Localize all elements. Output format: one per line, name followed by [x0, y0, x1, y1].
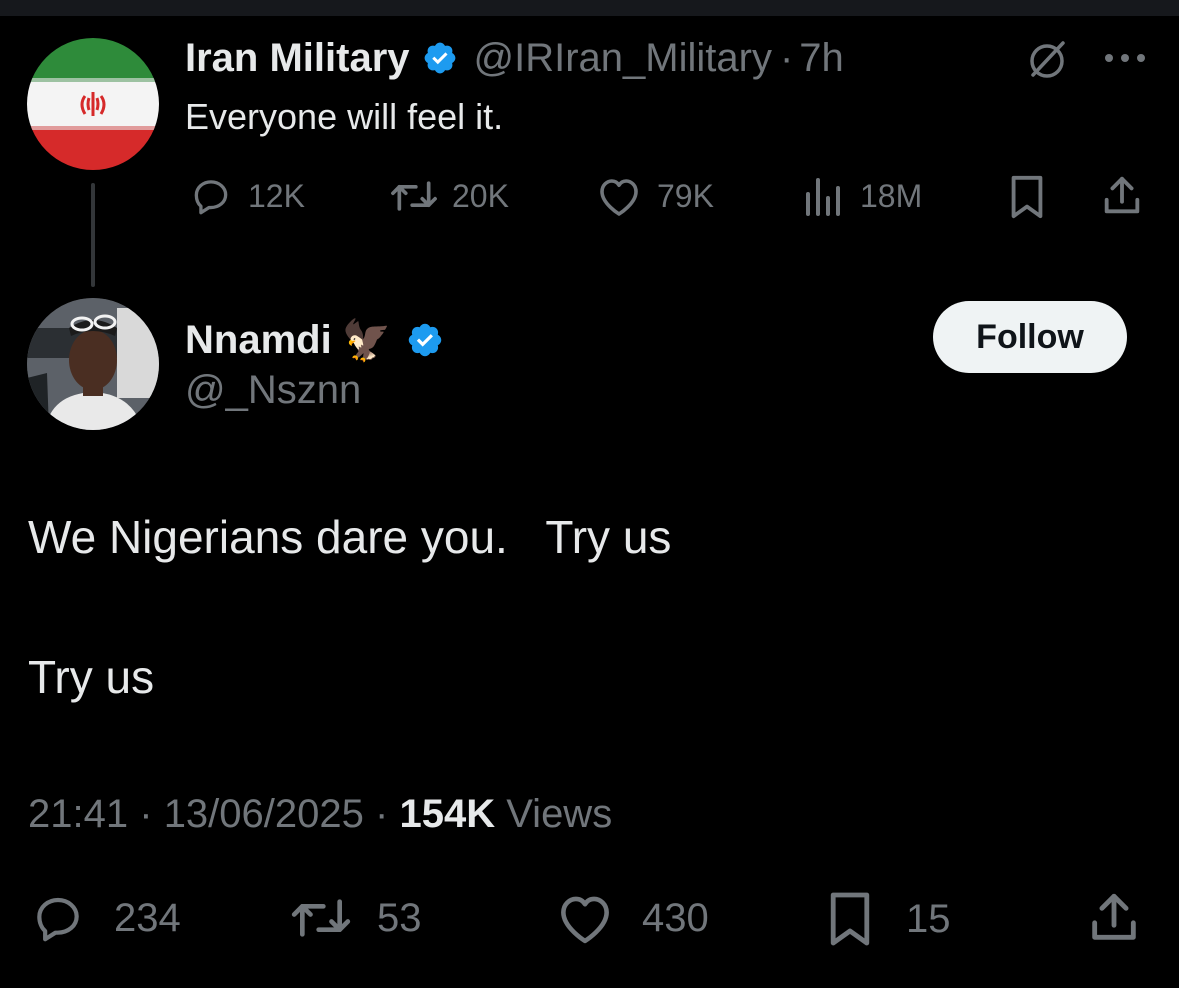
thread-connector-line	[91, 183, 95, 287]
reply-action[interactable]: 234	[28, 890, 181, 946]
post-time[interactable]: 21:41	[28, 792, 128, 836]
quoted-share-action[interactable]	[1099, 172, 1145, 225]
share-icon	[1092, 893, 1136, 940]
quoted-like-count: 79K	[657, 177, 714, 214]
quoted-views-action[interactable]: 18M	[802, 174, 922, 218]
quoted-reply-action[interactable]: 12K	[188, 174, 305, 218]
post-author-handle[interactable]: @_Nsznn	[185, 368, 361, 413]
reply-icon	[194, 180, 228, 215]
repost-action[interactable]: 53	[287, 890, 422, 946]
post-meta: 21:41 · 13/06/2025 · 154K Views	[28, 792, 612, 837]
reply-count: 234	[114, 895, 181, 940]
post-text-line-1: We Nigerians dare you. Try us	[28, 511, 672, 563]
post-text-line-2: Try us	[28, 651, 155, 703]
views-icon	[806, 178, 840, 216]
quoted-post-text: Everyone will feel it.	[185, 96, 504, 137]
quoted-repost-count: 20K	[452, 177, 509, 214]
bookmark-icon	[1011, 175, 1043, 219]
verified-badge-icon	[422, 40, 458, 76]
quoted-repost-action[interactable]: 20K	[386, 174, 509, 218]
header-separator: ·	[779, 35, 794, 80]
repost-icon	[391, 181, 437, 211]
meta-separator: ·	[139, 792, 153, 836]
reply-icon	[37, 897, 79, 942]
like-icon	[600, 179, 638, 216]
share-action[interactable]	[1085, 888, 1143, 953]
quoted-bookmark-action[interactable]	[1007, 174, 1047, 225]
iran-military-avatar[interactable]	[27, 38, 159, 170]
share-icon	[1104, 176, 1140, 214]
more-icon[interactable]	[1103, 48, 1147, 73]
grok-icon[interactable]	[1025, 37, 1069, 86]
post-author-name[interactable]: Nnamdi	[185, 318, 332, 363]
verified-badge-icon	[406, 321, 444, 359]
follow-button[interactable]: Follow	[933, 301, 1127, 373]
quoted-author-name[interactable]: Iran Military	[185, 36, 410, 81]
quoted-author-handle[interactable]: @IRIran_Military	[474, 36, 772, 81]
quoted-reply-count: 12K	[248, 177, 305, 214]
quoted-like-action[interactable]: 79K	[595, 174, 714, 218]
post-views-label: Views	[506, 792, 613, 836]
post-views-count: 154K	[399, 792, 496, 836]
bookmark-action[interactable]: 15	[826, 890, 951, 948]
eagle-emoji: 🦅	[341, 318, 392, 363]
top-bar	[0, 0, 1179, 16]
bookmark-count: 15	[906, 896, 951, 941]
post-author-row: Nnamdi 🦅	[185, 312, 444, 368]
repost-icon	[291, 899, 351, 937]
post-date[interactable]: 13/06/2025	[164, 792, 364, 836]
quoted-views-count: 18M	[860, 177, 923, 214]
repost-count: 53	[377, 895, 422, 940]
like-action[interactable]: 430	[554, 890, 709, 946]
meta-separator: ·	[375, 792, 389, 836]
quoted-post-time[interactable]: 7h	[799, 36, 844, 81]
nnamdi-avatar[interactable]	[27, 298, 159, 430]
quoted-post-header: Iran Military @IRIran_Military · 7h	[185, 33, 844, 83]
like-icon	[561, 896, 609, 944]
bookmark-icon	[830, 892, 870, 946]
like-count: 430	[642, 895, 709, 940]
